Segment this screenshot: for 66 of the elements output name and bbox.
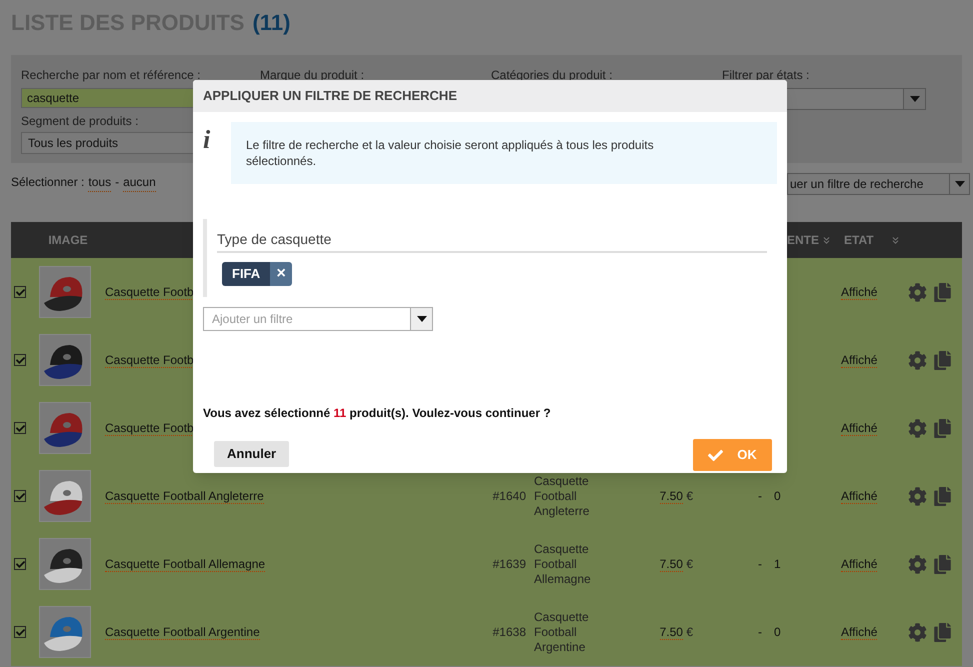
caret-icon — [910, 96, 920, 102]
add-filter-select[interactable]: Ajouter un filtre — [203, 307, 433, 331]
field-label: Catégories du produit : — [491, 67, 614, 84]
field-label: Filtrer par états : — [722, 67, 810, 84]
column-header[interactable]: ENTE — [786, 231, 832, 249]
table-cell-text: #1639 — [492, 556, 526, 573]
gear-icon[interactable] — [908, 350, 927, 370]
gear-icon[interactable] — [908, 554, 927, 574]
sort-icon — [890, 234, 901, 246]
remove-tag-button[interactable]: × — [270, 262, 292, 286]
price-cell-text: 7.50 € — [660, 556, 693, 573]
copy-icon[interactable] — [933, 418, 952, 438]
row-checkbox[interactable] — [14, 286, 26, 298]
cancel-button[interactable]: Annuler — [214, 441, 290, 467]
state-cell[interactable]: Affiché — [841, 624, 878, 640]
field-label: Segment de produits : — [21, 113, 140, 130]
gear-icon[interactable] — [908, 622, 927, 642]
copy-icon[interactable] — [933, 350, 952, 370]
select-all-link[interactable]: tous — [88, 173, 112, 192]
price-cell-text: 7.50 € — [660, 488, 693, 505]
confirm-message: Vous avez sélectionné 11 produit(s). Voulez-vous continuer ? — [203, 405, 552, 422]
gear-icon[interactable] — [908, 282, 927, 302]
select-none-link[interactable]: aucun — [123, 173, 156, 192]
state-cell[interactable]: Affiché — [841, 420, 878, 436]
table-cell-text: - — [758, 624, 762, 641]
gear-icon[interactable] — [908, 486, 927, 506]
info-text: Le filtre de recherche et la valeur choisie seront appliqués à tous les produits sélectionnés. — [246, 137, 655, 169]
column-header: IMAGE — [48, 232, 88, 249]
copy-icon[interactable] — [933, 622, 952, 642]
select-label: Sélectionner : — [11, 174, 84, 191]
table-cell-text: #1638 — [492, 624, 526, 641]
filter-label: Type de casquette — [217, 229, 767, 253]
state-cell[interactable]: Affiché — [841, 352, 878, 368]
table-cell-text: 0 — [774, 488, 781, 505]
table-cell-text: - — [758, 488, 762, 505]
check-icon — [708, 448, 724, 462]
state-cell[interactable]: Affiché — [841, 284, 878, 300]
table-cell-text: 1 — [774, 556, 781, 573]
copy-icon[interactable] — [933, 282, 952, 302]
row-checkbox[interactable] — [14, 558, 26, 570]
bulk-action-select[interactable]: uer un filtre de recherche — [787, 173, 970, 195]
product-name[interactable]: Casquette Football Angleterre — [105, 488, 264, 504]
product-name[interactable]: Casquette Football Allemagne — [105, 556, 266, 572]
price-cell-text: 7.50 € — [660, 624, 693, 641]
table-cell-text: 0 — [774, 624, 781, 641]
row-checkbox[interactable] — [14, 626, 26, 638]
table-cell-text: #1640 — [492, 488, 526, 505]
sort-icon — [821, 234, 832, 246]
row-checkbox[interactable] — [14, 422, 26, 434]
column-header[interactable]: ETAT — [844, 231, 901, 249]
gear-icon[interactable] — [908, 418, 927, 438]
copy-icon[interactable] — [933, 486, 952, 506]
state-cell[interactable]: Affiché — [841, 556, 878, 572]
separator-text: - — [115, 174, 120, 191]
table-cell-text: - — [758, 556, 762, 573]
add-filter-input[interactable]: Ajouter un filtre — [204, 308, 404, 330]
field-label: Marque du produit : — [260, 67, 366, 84]
copy-icon[interactable] — [933, 554, 952, 574]
row-checkbox[interactable] — [14, 490, 26, 502]
product-count: (11) — [252, 9, 290, 37]
state-cell[interactable]: Affiché — [841, 488, 878, 504]
product-name[interactable]: Casquette Football Argentine — [105, 624, 260, 640]
caret-icon — [954, 181, 964, 187]
caret-icon — [416, 316, 426, 322]
row-checkbox[interactable] — [14, 354, 26, 366]
field-label: Recherche par nom et référence : — [21, 67, 202, 84]
